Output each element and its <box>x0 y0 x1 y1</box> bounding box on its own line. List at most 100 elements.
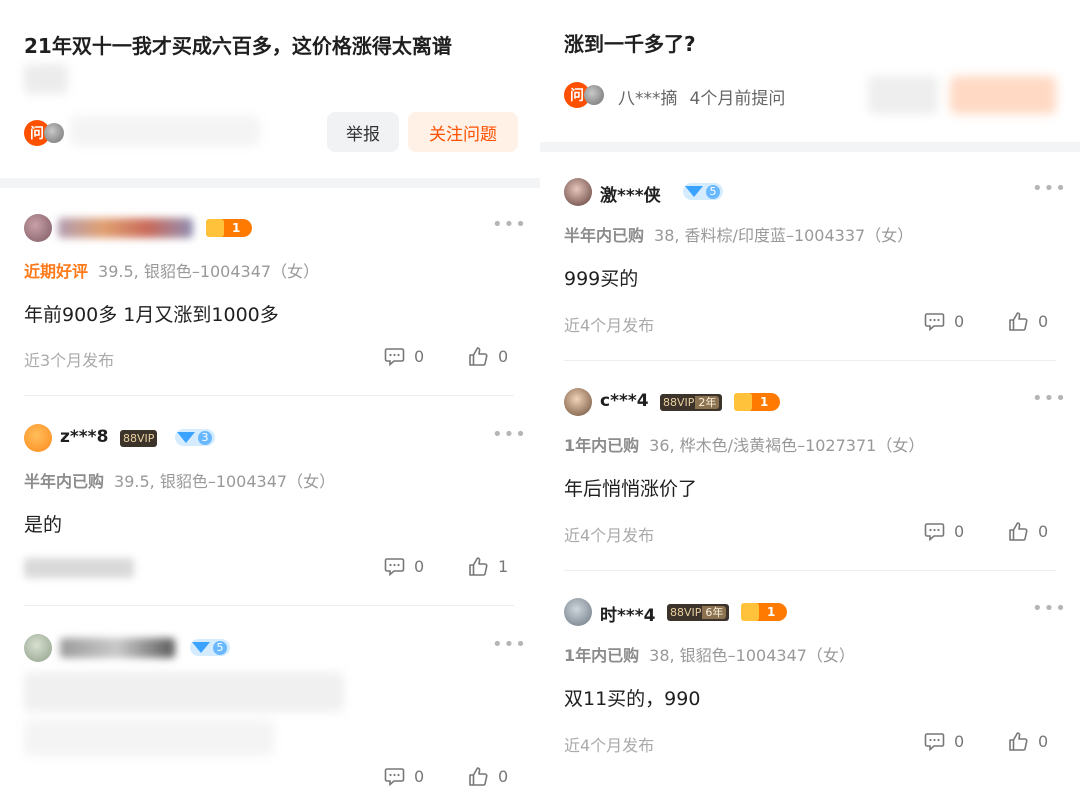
vip-badge: 88VIP 2年 <box>660 394 723 411</box>
answer-item: 5 ••• 0 0 <box>0 610 540 810</box>
thumbs-up-icon <box>1009 312 1028 331</box>
asker-info: 八***摘 4个月前提问 <box>618 84 785 109</box>
purchase-tag: 半年内已购 <box>564 226 645 245</box>
purchase-tag: 半年内已购 <box>24 472 105 491</box>
like-button[interactable]: 1 <box>468 556 508 577</box>
diamond-level-badge: 3 <box>175 429 215 446</box>
comment-button[interactable]: 0 <box>384 346 424 367</box>
more-dots-icon[interactable]: ••• <box>492 634 527 655</box>
like-button[interactable]: 0 <box>468 766 508 787</box>
blurred-username <box>60 638 175 658</box>
post-time: 近4个月发布 <box>564 736 655 755</box>
vip-badge: 88VIP <box>120 430 158 447</box>
diamond-level-badge: 5 <box>683 183 723 200</box>
comment-button[interactable]: 0 <box>924 731 964 752</box>
blurred-asker-info <box>70 116 260 146</box>
purchase-info: 半年内已购 39.5, 银貂色–1004347（女） <box>24 472 336 491</box>
answer-content: 是的 <box>24 514 63 536</box>
review-tag: 近期好评 <box>24 262 89 281</box>
thumbs-up-icon <box>1009 522 1028 541</box>
asked-time: 4个月前提问 <box>689 89 786 109</box>
comment-icon <box>924 733 945 752</box>
section-divider <box>540 142 1080 152</box>
answer-item: 激***侠 5 ••• 半年内已购 38, 香料棕/印度蓝–1004337（女） … <box>540 152 1080 362</box>
blurred-answer-content <box>24 720 274 756</box>
post-time: 近3个月发布 <box>24 351 115 370</box>
member-level-badge: 1 <box>734 393 780 411</box>
like-button[interactable]: 0 <box>1008 311 1048 332</box>
asker-avatar <box>44 123 64 143</box>
like-button[interactable]: 0 <box>468 346 508 367</box>
username: 时***4 <box>600 606 656 626</box>
comment-icon <box>384 348 405 367</box>
answer-content: 年前900多 1月又涨到1000多 <box>24 304 279 326</box>
crown-icon <box>741 603 759 621</box>
diamond-icon <box>192 642 210 653</box>
avatar <box>564 178 592 206</box>
username: c***4 <box>600 391 649 411</box>
like-button[interactable]: 0 <box>1008 731 1048 752</box>
answer-content: 双11买的，990 <box>564 688 701 710</box>
purchase-tag: 1年内已购 <box>564 646 640 665</box>
avatar <box>564 598 592 626</box>
purchase-info: 1年内已购 38, 银貂色–1004347（女） <box>564 646 855 665</box>
thumbs-up-icon <box>469 557 488 576</box>
question-title: 涨到一千多了? <box>564 32 696 56</box>
more-dots-icon[interactable]: ••• <box>1032 598 1067 619</box>
blurred-question-detail <box>24 64 68 94</box>
more-dots-icon[interactable]: ••• <box>1032 178 1067 199</box>
asker-avatar <box>584 85 604 105</box>
asker-name: 八***摘 <box>618 89 678 109</box>
member-level-badge: 1 <box>206 219 252 237</box>
divider <box>24 395 514 396</box>
comment-button[interactable]: 0 <box>924 521 964 542</box>
divider <box>24 605 514 606</box>
thumbs-up-icon <box>1009 732 1028 751</box>
divider <box>564 570 1056 571</box>
section-divider <box>0 178 540 188</box>
avatar <box>24 634 52 662</box>
comment-icon <box>384 768 405 787</box>
right-qa-panel: 涨到一千多了? 问 八***摘 4个月前提问 激***侠 5 ••• 半年内已购 3… <box>540 0 1080 810</box>
answer-item: z***8 88VIP 3 ••• 半年内已购 39.5, 银貂色–1004347… <box>0 400 540 606</box>
comment-icon <box>924 523 945 542</box>
post-time: 近4个月发布 <box>564 316 655 335</box>
answer-item: 时***4 88VIP 6年 1 ••• 1年内已购 38, 银貂色–1004347… <box>540 572 1080 810</box>
blurred-post-time <box>24 558 134 578</box>
avatar <box>24 214 52 242</box>
blurred-username <box>58 218 193 238</box>
thumbs-up-icon <box>469 347 488 366</box>
like-button[interactable]: 0 <box>1008 521 1048 542</box>
username: 激***侠 <box>600 186 661 206</box>
answer-content: 999买的 <box>564 268 639 290</box>
vip-badge: 88VIP 6年 <box>667 604 730 621</box>
member-level-badge: 1 <box>741 603 787 621</box>
purchase-tag: 1年内已购 <box>564 436 640 455</box>
more-dots-icon[interactable]: ••• <box>492 424 527 445</box>
purchase-info: 近期好评 39.5, 银貂色–1004347（女） <box>24 262 320 281</box>
thumbs-up-icon <box>469 767 488 786</box>
blurred-answer-content <box>24 672 344 712</box>
username: z***8 <box>60 427 109 447</box>
purchase-info: 半年内已购 38, 香料棕/印度蓝–1004337（女） <box>564 226 914 245</box>
blurred-report-button[interactable] <box>868 76 938 114</box>
comment-icon <box>384 558 405 577</box>
answer-content: 年后悄悄涨价了 <box>564 478 698 500</box>
follow-question-button[interactable]: 关注问题 <box>408 112 518 152</box>
report-button[interactable]: 举报 <box>327 112 399 152</box>
comment-button[interactable]: 0 <box>384 766 424 787</box>
comment-button[interactable]: 0 <box>924 311 964 332</box>
diamond-icon <box>685 186 703 197</box>
blurred-follow-button[interactable] <box>950 76 1056 114</box>
post-time: 近4个月发布 <box>564 526 655 545</box>
answer-item: 1 ••• 近期好评 39.5, 银貂色–1004347（女） 年前900多 1月… <box>0 190 540 396</box>
answer-item: c***4 88VIP 2年 1 ••• 1年内已购 36, 桦木色/浅黄褐色–10… <box>540 362 1080 572</box>
comment-icon <box>924 313 945 332</box>
avatar <box>24 424 52 452</box>
left-qa-panel: 21年双十一我才买成六百多，这价格涨得太离谱 问 举报 关注问题 1 ••• 近… <box>0 0 540 810</box>
more-dots-icon[interactable]: ••• <box>1032 388 1067 409</box>
more-dots-icon[interactable]: ••• <box>492 214 527 235</box>
diamond-icon <box>177 432 195 443</box>
comment-button[interactable]: 0 <box>384 556 424 577</box>
diamond-level-badge: 5 <box>190 639 230 656</box>
